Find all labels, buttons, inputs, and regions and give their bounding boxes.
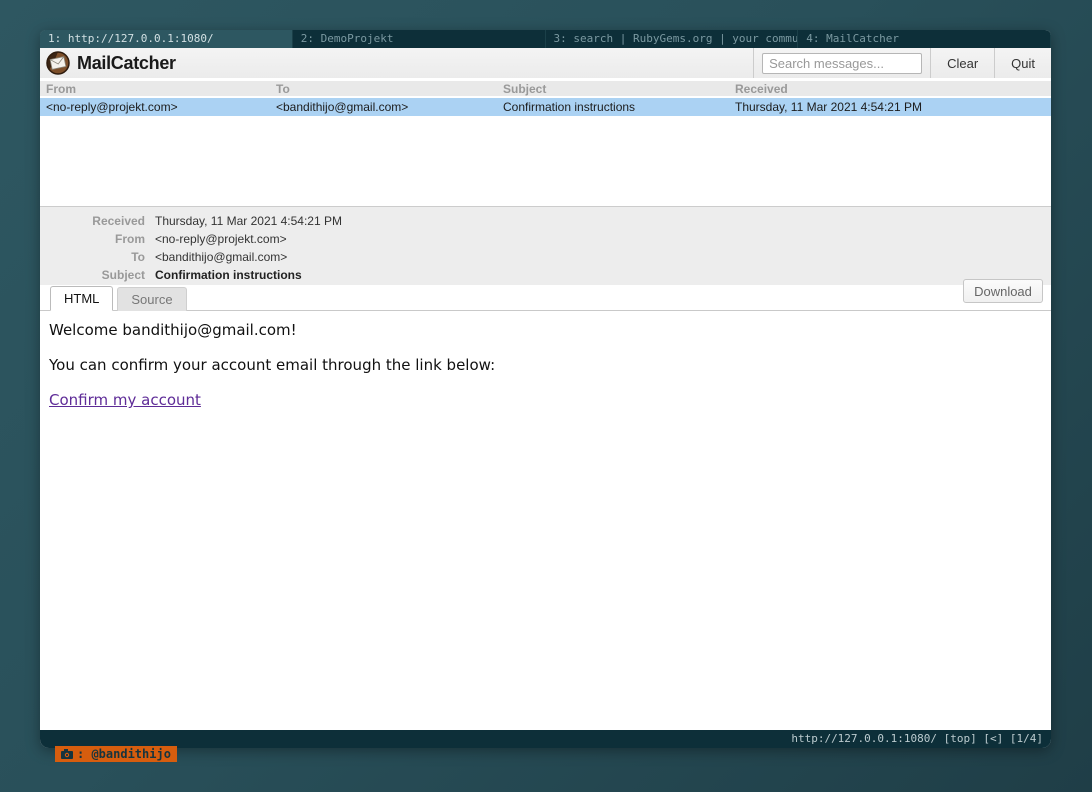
table-header-row: From To Subject Received <box>40 81 1051 98</box>
camera-icon <box>61 749 73 759</box>
detail-value-to: <bandithijo@gmail.com> <box>145 248 287 266</box>
browser-status-bar: http://127.0.0.1:1080/ [top] [<] [1/4] <box>40 730 1051 748</box>
view-tab-strip: HTML Source <box>40 285 1051 311</box>
download-button[interactable]: Download <box>963 279 1043 303</box>
column-header-subject[interactable]: Subject <box>497 81 729 96</box>
browser-tab-4[interactable]: 4: MailCatcher <box>798 30 1051 48</box>
cell-received: Thursday, 11 Mar 2021 4:54:21 PM <box>729 98 1051 116</box>
confirm-account-link[interactable]: Confirm my account <box>49 391 201 409</box>
column-header-to[interactable]: To <box>270 81 497 96</box>
browser-tab-1[interactable]: 1: http://127.0.0.1:1080/ <box>40 30 293 48</box>
status-url-text: http://127.0.0.1:1080/ [top] [<] [1/4] <box>791 732 1043 745</box>
watermark-text: : @bandithijo <box>77 746 171 762</box>
tab-source[interactable]: Source <box>117 287 186 311</box>
message-details-panel: Received Thursday, 11 Mar 2021 4:54:21 P… <box>40 206 1051 285</box>
detail-value-from: <no-reply@projekt.com> <box>145 230 287 248</box>
mailcatcher-header: MailCatcher Clear Quit <box>40 48 1051 78</box>
clear-button[interactable]: Clear <box>930 48 994 78</box>
detail-label-subject: Subject <box>40 266 145 284</box>
message-body: Welcome bandithijo@gmail.com! You can co… <box>40 311 1051 730</box>
browser-window: 1: http://127.0.0.1:1080/ 2: DemoProjekt… <box>40 30 1051 748</box>
mailcatcher-logo-icon <box>45 50 71 76</box>
browser-tab-2[interactable]: 2: DemoProjekt <box>293 30 546 48</box>
detail-value-subject: Confirmation instructions <box>145 266 302 284</box>
browser-tab-3[interactable]: 3: search | RubyGems.org | your communi… <box>546 30 799 48</box>
watermark-badge: : @bandithijo <box>55 746 177 762</box>
body-instruction-text: You can confirm your account email throu… <box>49 356 1042 375</box>
header-controls: Clear Quit <box>753 48 1051 78</box>
body-welcome-text: Welcome bandithijo@gmail.com! <box>49 321 1042 340</box>
detail-label-received: Received <box>40 212 145 230</box>
detail-value-received: Thursday, 11 Mar 2021 4:54:21 PM <box>145 212 342 230</box>
browser-tab-bar: 1: http://127.0.0.1:1080/ 2: DemoProjekt… <box>40 30 1051 48</box>
message-table: From To Subject Received <no-reply@proje… <box>40 81 1051 116</box>
cell-from: <no-reply@projekt.com> <box>40 98 270 116</box>
quit-button[interactable]: Quit <box>994 48 1051 78</box>
cell-to: <bandithijo@gmail.com> <box>270 98 497 116</box>
table-row[interactable]: <no-reply@projekt.com> <bandithijo@gmail… <box>40 98 1051 116</box>
search-input[interactable] <box>762 53 922 74</box>
detail-label-to: To <box>40 248 145 266</box>
tab-html[interactable]: HTML <box>50 286 113 311</box>
cell-subject: Confirmation instructions <box>497 98 729 116</box>
column-header-from[interactable]: From <box>40 81 270 96</box>
app-title: MailCatcher <box>77 53 176 74</box>
column-header-received[interactable]: Received <box>729 81 1051 96</box>
detail-label-from: From <box>40 230 145 248</box>
